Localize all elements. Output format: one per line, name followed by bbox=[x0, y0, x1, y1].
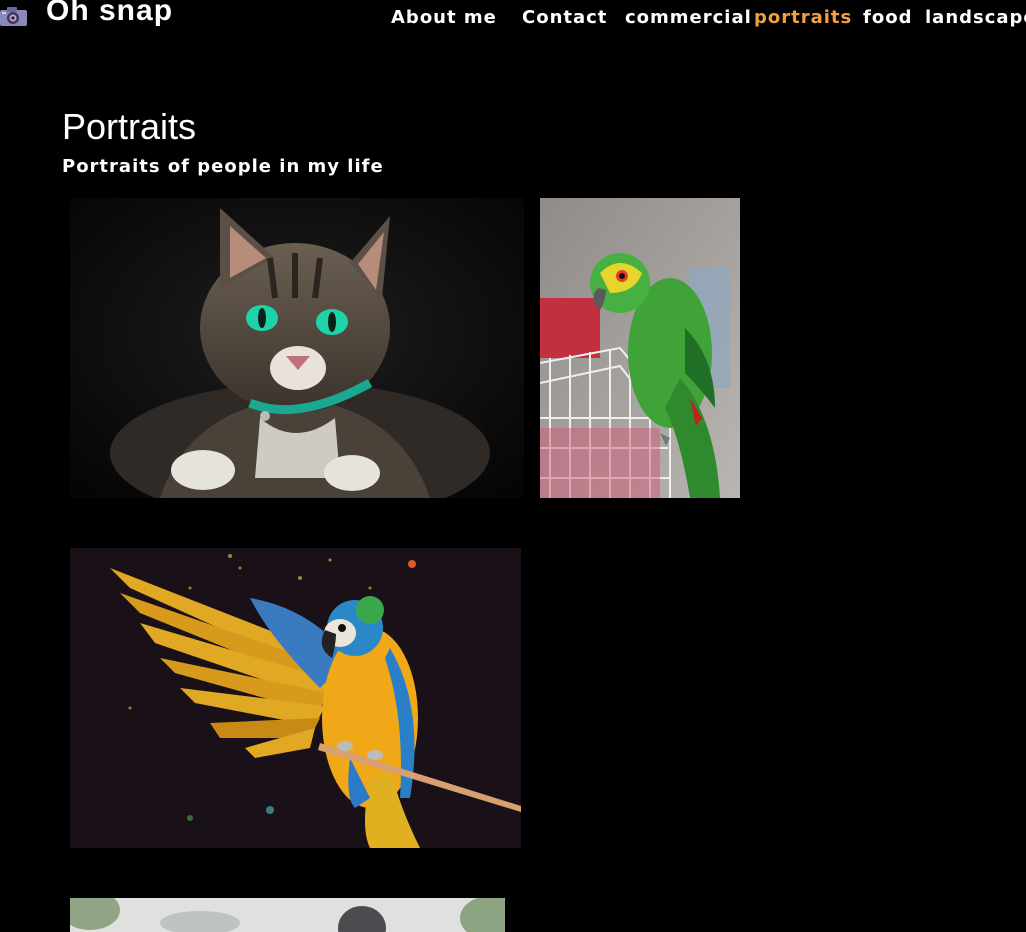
gallery-photo-person[interactable] bbox=[70, 898, 505, 932]
cat-photo-image bbox=[70, 198, 524, 498]
nav-item-landscape[interactable]: landscape bbox=[925, 7, 1026, 28]
gallery-photo-green-parrot[interactable] bbox=[540, 198, 740, 498]
nav-item-contact[interactable]: Contact bbox=[522, 7, 607, 28]
macaw-photo-image bbox=[70, 548, 521, 848]
nav-item-portraits[interactable]: portraits bbox=[754, 7, 852, 28]
page-subtitle: Portraits of people in my life bbox=[62, 156, 384, 177]
main-nav: About me Contact commercial portraits fo… bbox=[0, 7, 1026, 33]
nav-item-commercial[interactable]: commercial bbox=[625, 7, 752, 28]
nav-item-about-me[interactable]: About me bbox=[391, 7, 497, 28]
page-title: Portraits bbox=[62, 106, 197, 147]
person-photo-image bbox=[70, 898, 505, 932]
gallery-photo-macaw[interactable] bbox=[70, 548, 521, 848]
page: Oh snap About me Contact commercial port… bbox=[0, 0, 1026, 932]
nav-item-food[interactable]: food bbox=[863, 7, 912, 28]
green-parrot-photo-image bbox=[540, 198, 740, 498]
gallery-photo-cat[interactable] bbox=[70, 198, 524, 498]
